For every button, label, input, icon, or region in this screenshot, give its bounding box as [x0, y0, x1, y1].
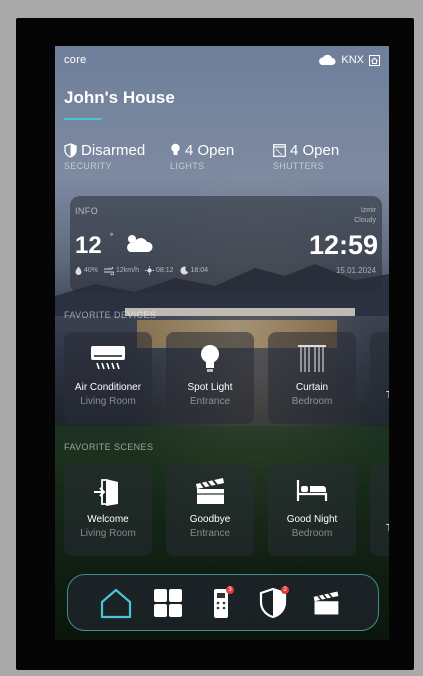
scene-tile-welcome[interactable]: Welcome Living Room [64, 464, 152, 556]
scene-room: Entrance [189, 528, 231, 539]
sunset-metric: 18:04 [180, 266, 209, 275]
degree-symbol: ° [110, 232, 114, 241]
humidity-value: 40% [84, 267, 99, 274]
lights-value: 4 Open [185, 142, 235, 159]
security-badge: 2 [281, 586, 289, 594]
lights-label: LIGHTS [170, 161, 205, 171]
knx-label: KNX [341, 54, 364, 66]
moon-icon [180, 266, 188, 275]
current-time: 12:59 [308, 230, 378, 260]
door-enter-icon [94, 479, 118, 506]
device-name: Spot Light [187, 382, 233, 393]
clapperboard-icon [196, 478, 224, 504]
device-peek-label: T [386, 390, 389, 401]
sunset-value: 18:04 [190, 267, 209, 274]
home-title[interactable]: John's House [64, 88, 175, 108]
info-card[interactable]: INFO Izmir Cloudy 12 ° 12:59 15.01.2024 … [70, 196, 382, 293]
favorite-scenes-title: FAVORITE SCENES [64, 442, 154, 452]
current-date: 15.01.2024 [335, 266, 376, 275]
scene-room: Living Room [80, 528, 136, 539]
home-box-icon[interactable] [369, 54, 380, 66]
scene-tile-good-night[interactable]: Good Night Bedroom [268, 464, 356, 556]
home-icon [100, 588, 132, 619]
favorite-devices-title: FAVORITE DEVICES [64, 310, 157, 320]
scene-tile-goodbye[interactable]: Goodbye Entrance [166, 464, 254, 556]
security-status[interactable]: Disarmed SECURITY [64, 142, 145, 171]
light-bulb-icon [171, 143, 180, 155]
sunrise-metric: 08:12 [144, 266, 174, 275]
screen: core KNX John's House Disarmed SECURITY … [55, 46, 389, 640]
security-label: SECURITY [64, 161, 112, 171]
device-name: Air Conditioner [74, 382, 142, 393]
temperature: 12 [75, 232, 102, 259]
weather-location: Izmir Cloudy [354, 206, 376, 226]
shutters-value: 4 Open [290, 142, 340, 159]
weather-metrics: 40% 12km/h 08:12 18:04 [75, 266, 208, 275]
device-room: Living Room [80, 396, 136, 407]
nav-security-button[interactable]: 2 [253, 583, 293, 623]
scene-name: Welcome [87, 514, 129, 525]
device-tile-curtain[interactable]: Curtain Bedroom [268, 332, 356, 424]
shutter-icon [273, 144, 286, 157]
bed-icon [296, 480, 328, 501]
light-bulb-icon [201, 345, 219, 372]
remote-badge: 3 [226, 586, 234, 594]
cloud-icon [319, 54, 336, 65]
curtain-icon [298, 345, 326, 372]
nav-dashboard-button[interactable] [148, 583, 188, 623]
scene-room: Bedroom [291, 528, 333, 539]
wind-metric: 12km/h [104, 266, 139, 275]
shield-icon [64, 143, 77, 158]
grid-icon [154, 589, 182, 617]
location-name: Izmir [360, 207, 376, 214]
device-tile-spot-light[interactable]: Spot Light Entrance [166, 332, 254, 424]
sunrise-value: 08:12 [155, 267, 174, 274]
sun-icon [144, 266, 154, 275]
device-room: Bedroom [291, 396, 333, 407]
clapperboard-icon [313, 591, 339, 615]
device-name: Curtain [295, 382, 329, 393]
brand-logo: core [64, 54, 87, 66]
shutters-label: SHUTTERS [273, 161, 324, 171]
scene-peek-label: T [386, 523, 389, 534]
bottom-nav: 3 2 [67, 574, 379, 631]
lights-status[interactable]: 4 Open LIGHTS [170, 142, 234, 171]
title-underline [64, 118, 102, 120]
nav-home-button[interactable] [96, 583, 136, 623]
cloud-sun-icon [127, 235, 153, 252]
scene-name: Goodbye [189, 514, 231, 525]
air-conditioner-icon [91, 346, 125, 370]
nav-scenes-button[interactable] [306, 583, 346, 623]
device-room: Entrance [189, 396, 231, 407]
security-value: Disarmed [81, 142, 146, 159]
device-tile-air-conditioner[interactable]: Air Conditioner Living Room [64, 332, 152, 424]
wind-value: 12km/h [116, 267, 139, 274]
humidity-metric: 40% [75, 266, 98, 275]
scene-tile-partial[interactable] [370, 464, 389, 556]
connection-status[interactable]: KNX [318, 54, 380, 66]
info-label: INFO [75, 206, 99, 216]
nav-remote-button[interactable]: 3 [201, 583, 241, 623]
droplet-icon [75, 266, 82, 275]
shutters-status[interactable]: 4 Open SHUTTERS [273, 142, 339, 171]
scene-name: Good Night [286, 514, 338, 525]
wind-icon [104, 266, 115, 275]
device-tile-partial[interactable] [370, 332, 389, 424]
weather-condition: Cloudy [354, 217, 376, 224]
top-bar: core KNX [64, 54, 380, 70]
